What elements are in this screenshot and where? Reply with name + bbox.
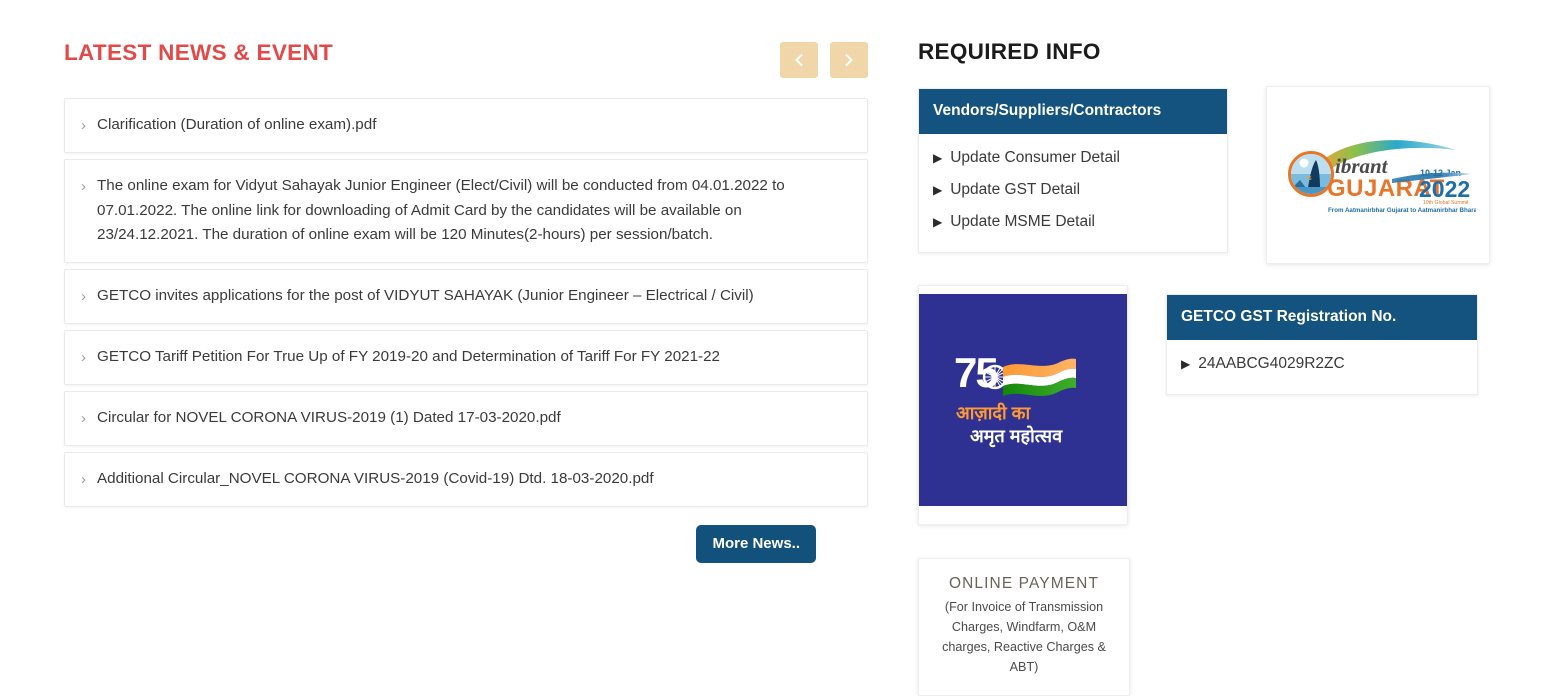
link-label: Update GST Detail <box>950 181 1081 198</box>
chevron-left-icon <box>792 52 806 68</box>
chevron-right-icon: › <box>81 470 86 488</box>
more-news-button[interactable]: More News.. <box>696 524 816 563</box>
azadi-logo-backdrop: 75 आज़ादी का अमृत महोत्सव <box>919 294 1127 506</box>
vendors-panel: Vendors/Suppliers/Contractors ▶ Update C… <box>918 88 1228 253</box>
chevron-right-icon: › <box>81 409 86 427</box>
svg-text:10th Global Summit: 10th Global Summit <box>1423 200 1469 206</box>
update-gst-detail-link[interactable]: ▶ Update GST Detail <box>933 174 1213 206</box>
news-list-item[interactable]: › Circular for NOVEL CORONA VIRUS-2019 (… <box>64 390 868 446</box>
link-label: Update MSME Detail <box>950 213 1095 230</box>
svg-text:आज़ादी का: आज़ादी का <box>956 402 1031 423</box>
page-title: LATEST NEWS & EVENT <box>64 40 334 65</box>
news-list-item[interactable]: › Clarification (Duration of online exam… <box>64 98 868 153</box>
chevron-right-icon: › <box>81 287 86 305</box>
vendors-panel-body: ▶ Update Consumer Detail ▶ Update GST De… <box>919 134 1227 252</box>
gst-panel-body: ▶ 24AABCG4029R2ZC <box>1167 340 1477 394</box>
news-list-item[interactable]: › Additional Circular_NOVEL CORONA VIRUS… <box>64 451 868 507</box>
gst-number-row[interactable]: ▶ 24AABCG4029R2ZC <box>1181 348 1463 380</box>
latest-news-section: LATEST NEWS & EVENT › Clarification (Dur… <box>64 30 868 563</box>
news-item-text: Circular for NOVEL CORONA VIRUS-2019 (1)… <box>97 408 561 426</box>
triangle-right-icon: ▶ <box>933 215 943 229</box>
chevron-right-icon: › <box>81 178 86 195</box>
news-list: › Clarification (Duration of online exam… <box>64 98 868 507</box>
svg-text:From Aatmanirbhar Gujarat to A: From Aatmanirbhar Gujarat to Aatmanirbha… <box>1328 207 1476 214</box>
chevron-right-icon: › <box>81 348 86 366</box>
chevron-right-icon <box>842 52 856 68</box>
update-consumer-detail-link[interactable]: ▶ Update Consumer Detail <box>933 142 1213 174</box>
gst-registration-panel: GETCO GST Registration No. ▶ 24AABCG4029… <box>1166 294 1478 395</box>
news-item-text: GETCO invites applications for the post … <box>97 286 754 304</box>
news-carousel-nav <box>780 42 868 78</box>
update-msme-detail-link[interactable]: ▶ Update MSME Detail <box>933 206 1213 238</box>
online-payment-subtitle: (For Invoice of Transmission Charges, Wi… <box>942 600 1106 674</box>
gst-panel-heading: GETCO GST Registration No. <box>1167 295 1477 340</box>
triangle-right-icon: ▶ <box>933 151 943 165</box>
azadi-ka-amrit-mahotsav-logo: 75 आज़ादी का अमृत महोत्सव <box>948 343 1098 458</box>
svg-text:2022: 2022 <box>1419 176 1470 202</box>
news-prev-button[interactable] <box>780 42 818 78</box>
link-label: Update Consumer Detail <box>950 149 1120 166</box>
vendors-panel-heading: Vendors/Suppliers/Contractors <box>919 89 1227 134</box>
news-list-item[interactable]: › GETCO Tariff Petition For True Up of F… <box>64 329 868 385</box>
vibrant-gujarat-2022-logo: 75 ibrant GUJARAT 10-12 Jan 2022 10th Gl… <box>1280 130 1479 221</box>
online-payment-card[interactable]: ONLINE PAYMENT (For Invoice of Transmiss… <box>918 558 1130 696</box>
news-list-item[interactable]: › GETCO invites applications for the pos… <box>64 268 868 324</box>
triangle-right-icon: ▶ <box>1181 357 1191 371</box>
triangle-right-icon: ▶ <box>933 183 943 197</box>
news-item-text: Additional Circular_NOVEL CORONA VIRUS-2… <box>97 469 654 487</box>
required-info-section: REQUIRED INFO Vendors/Suppliers/Contract… <box>918 30 1518 696</box>
news-header: LATEST NEWS & EVENT <box>64 30 868 88</box>
online-payment-title: ONLINE PAYMENT <box>948 575 1100 592</box>
gst-number-value: 24AABCG4029R2ZC <box>1198 355 1345 372</box>
news-next-button[interactable] <box>830 42 868 78</box>
azadi-ka-amrit-mahotsav-banner[interactable]: 75 आज़ादी का अमृत महोत्सव <box>918 285 1128 525</box>
svg-text:अमृत महोत्सव: अमृत महोत्सव <box>970 425 1063 448</box>
svg-text:75: 75 <box>1306 176 1312 182</box>
news-list-item[interactable]: › The online exam for Vidyut Sahayak Jun… <box>64 159 868 263</box>
required-info-title: REQUIRED INFO <box>918 39 1101 64</box>
news-item-text: Clarification (Duration of online exam).… <box>97 116 377 133</box>
news-item-text: The online exam for Vidyut Sahayak Junio… <box>97 177 785 243</box>
vibrant-gujarat-banner[interactable]: 75 ibrant GUJARAT 10-12 Jan 2022 10th Gl… <box>1266 86 1490 264</box>
news-item-text: GETCO Tariff Petition For True Up of FY … <box>97 347 720 365</box>
svg-text:75: 75 <box>954 349 998 396</box>
more-news-row: More News.. <box>64 524 868 563</box>
chevron-right-icon: › <box>81 117 86 134</box>
